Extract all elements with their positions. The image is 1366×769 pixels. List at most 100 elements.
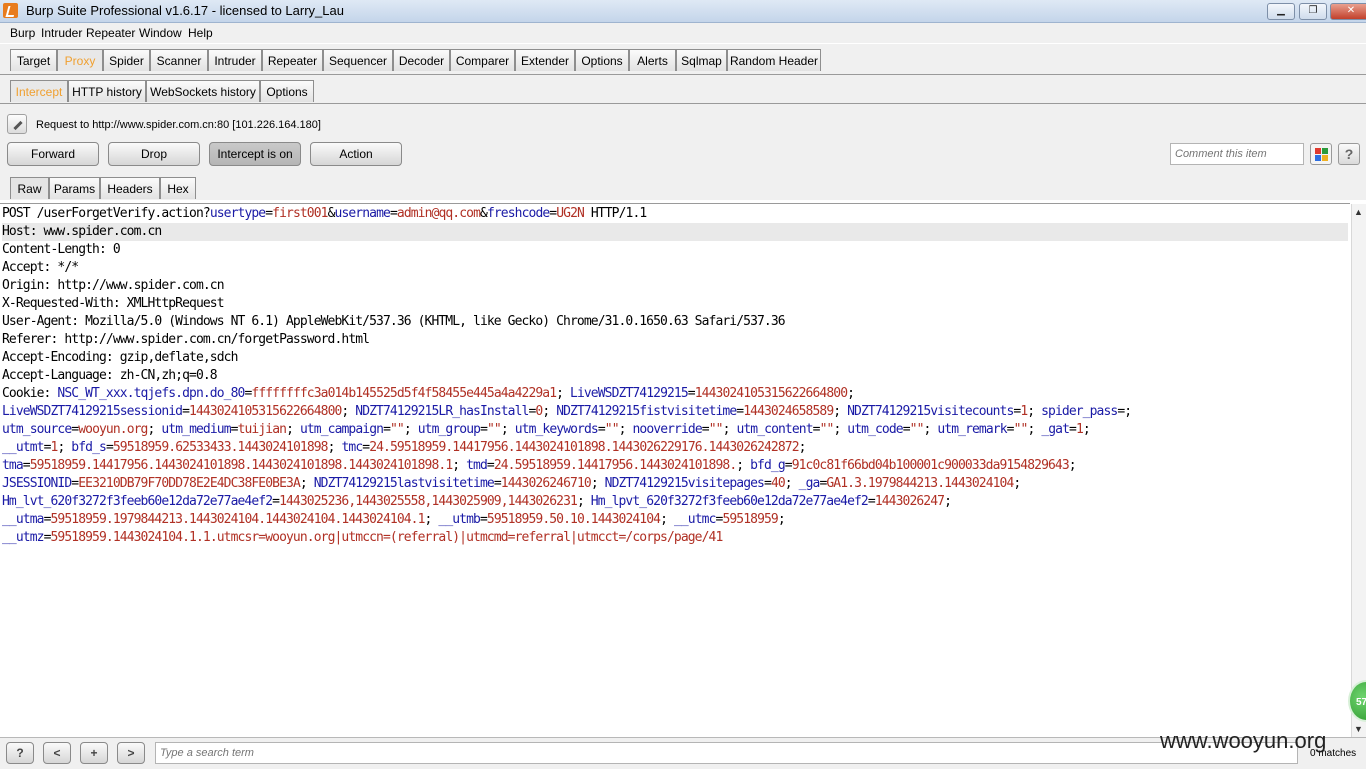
cookie-value: 91c0c81f66bd04b100001c900033da9154829643 (791, 458, 1070, 473)
highlight-color-icon[interactable] (1310, 143, 1332, 165)
tab-alerts[interactable]: Alerts (629, 49, 676, 71)
request-text[interactable]: POST /userForgetVerify.action?usertype=f… (2, 205, 1348, 547)
cookie-value: GA1.3.1979844213.1443024104 (826, 476, 1014, 491)
search-help-button[interactable]: ? (6, 742, 34, 764)
intercept-toggle-button[interactable]: Intercept is on (209, 142, 301, 166)
request-line: POST /userForgetVerify.action?usertype=f… (2, 206, 647, 221)
cookie-name: __utmb (438, 512, 480, 527)
cookie-name: NDZT74129215lastvisitetime (313, 476, 495, 491)
cookie-value: "" (487, 422, 502, 437)
cookie-name: Hm_lvt_620f3272f3feeb60e12da72e77ae4ef2 (2, 494, 273, 509)
cookie-value: "" (819, 422, 835, 437)
menu-intruder[interactable]: Intruder (41, 26, 82, 40)
cookie-name: tmd (466, 458, 488, 473)
cookie-value: 0 (535, 404, 543, 419)
cookie-value: 1 (1075, 422, 1084, 437)
request-method-path: POST /userForgetVerify.action? (2, 206, 211, 221)
cookie-value: 1443024105315622664800 (189, 404, 342, 419)
search-previous-button[interactable]: < (43, 742, 71, 764)
tab-headers[interactable]: Headers (100, 177, 160, 199)
tab-comparer[interactable]: Comparer (450, 49, 515, 71)
tab-raw[interactable]: Raw (10, 177, 49, 199)
vertical-scrollbar[interactable] (1351, 204, 1366, 737)
tab-intruder[interactable]: Intruder (208, 49, 262, 71)
tab-decoder[interactable]: Decoder (393, 49, 450, 71)
tab-intercept[interactable]: Intercept (10, 80, 68, 102)
scroll-down-icon[interactable]: ▼ (1353, 724, 1364, 735)
drop-button[interactable]: Drop (108, 142, 200, 166)
cookie-name: spider_pass (1041, 404, 1118, 419)
menu-burp[interactable]: Burp (10, 26, 35, 40)
tab-http-history[interactable]: HTTP history (68, 80, 146, 102)
param-value: admin@qq.com (396, 206, 481, 221)
cookie-value: 1443024105315622664800 (694, 386, 848, 401)
tab-proxy[interactable]: Proxy (57, 49, 103, 71)
tab-scanner[interactable]: Scanner (150, 49, 208, 71)
cookie-name: JSESSIONID (2, 476, 72, 491)
cookie-name: utm_keywords (514, 422, 599, 437)
cookie-name: utm_content (736, 422, 813, 437)
cookie-name: __utmz (2, 530, 44, 545)
cookie-value: "" (390, 422, 405, 437)
search-next-button[interactable]: > (117, 742, 145, 764)
cookie-value: 1443026246710 (500, 476, 592, 491)
tab-sqlmap[interactable]: Sqlmap (676, 49, 727, 71)
cookie-value: 59518959.14417956.1443024101898.14430241… (29, 458, 453, 473)
cookie-name: __utmc (673, 512, 716, 527)
search-input[interactable] (155, 742, 1298, 764)
tab-hex[interactable]: Hex (160, 177, 196, 199)
cookie-name: _ga (798, 476, 821, 491)
http-version: HTTP/1.1 (583, 206, 647, 221)
cookie-value: 59518959.62533433.1443024101898 (112, 440, 329, 455)
watermark: www.wooyun.org (1160, 728, 1327, 753)
request-target-label: Request to http://www.spider.com.cn:80 [… (36, 119, 321, 131)
cookie-line: Cookie: NSC_WT_xxx.tqjefs.dpn.do_80=ffff… (2, 386, 861, 401)
tab-options[interactable]: Options (575, 49, 629, 71)
tab-spider[interactable]: Spider (103, 49, 150, 71)
tab-proxy-options[interactable]: Options (260, 80, 314, 102)
param-value: first001 (272, 206, 328, 221)
cookie-name: NDZT74129215LR_hasInstall (355, 404, 529, 419)
pencil-icon[interactable] (7, 114, 27, 134)
minimize-button[interactable]: ▁ (1267, 3, 1295, 20)
cookie-value: wooyun.org (78, 422, 148, 437)
menu-help[interactable]: Help (188, 26, 213, 40)
header-user-agent: User-Agent: Mozilla/5.0 (Windows NT 6.1)… (2, 314, 786, 329)
tab-params[interactable]: Params (49, 177, 100, 199)
param-name: username (334, 206, 391, 221)
restore-button[interactable]: ❐ (1299, 3, 1327, 20)
cookie-value: "" (604, 422, 620, 437)
cookie-name: utm_medium (161, 422, 231, 437)
tab-random-header[interactable]: Random Header (727, 49, 821, 71)
tab-websockets-history[interactable]: WebSockets history (146, 80, 260, 102)
header-referer: Referer: http://www.spider.com.cn/forget… (2, 332, 370, 347)
scroll-up-icon[interactable]: ▲ (1353, 207, 1364, 218)
cookie-line: tma=59518959.14417956.1443024101898.1443… (2, 458, 1083, 473)
search-add-button[interactable]: + (80, 742, 108, 764)
cookie-value: 59518959.50.10.1443024104 (486, 512, 661, 527)
action-button[interactable]: Action (310, 142, 402, 166)
cookie-value: 24.59518959.14417956.1443024101898. (493, 458, 737, 473)
header-accept-encoding: Accept-Encoding: gzip,deflate,sdch (2, 350, 238, 365)
cookie-name: __utma (2, 512, 44, 527)
help-icon[interactable]: ? (1338, 143, 1360, 165)
close-button[interactable]: ✕ (1330, 3, 1366, 20)
menu-window[interactable]: Window (139, 26, 182, 40)
cookie-value: "" (708, 422, 724, 437)
param-name: usertype (209, 206, 266, 221)
tab-sequencer[interactable]: Sequencer (323, 49, 393, 71)
cookie-name: _gat (1041, 422, 1070, 437)
cookie-name: LiveWSDZT74129215 (570, 386, 689, 401)
menu-repeater[interactable]: Repeater (86, 26, 135, 40)
tab-repeater[interactable]: Repeater (262, 49, 323, 71)
comment-input[interactable] (1170, 143, 1304, 165)
cookie-name: LiveWSDZT74129215sessionid (2, 404, 183, 419)
tab-extender[interactable]: Extender (515, 49, 575, 71)
forward-button[interactable]: Forward (7, 142, 99, 166)
cookie-name: nooverride (632, 422, 703, 437)
cookie-line: Hm_lvt_620f3272f3feeb60e12da72e77ae4ef2=… (2, 494, 958, 509)
cookie-value: 59518959.1443024104.1.1.utmcsr=wooyun.or… (50, 530, 724, 545)
cookie-value: 1443025236,1443025558,1443025909,1443026… (279, 494, 578, 509)
tab-target[interactable]: Target (10, 49, 57, 71)
cookie-value: ffffffffc3a014b145525d5f4f58455e445a4a42… (251, 386, 557, 401)
